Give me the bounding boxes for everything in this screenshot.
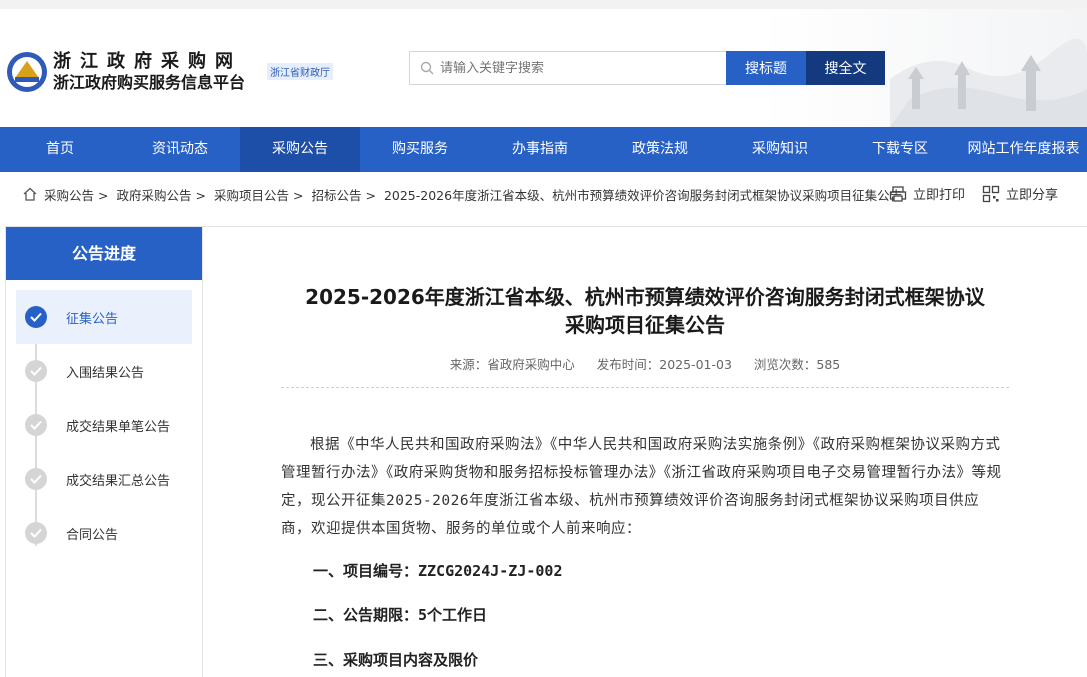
check-icon bbox=[25, 522, 47, 544]
progress-steps: 征集公告 入围结果公告 成交结果单笔公告 成交结果汇总公告 合同公告 bbox=[6, 280, 202, 560]
main-nav: 首页 资讯动态 采购公告 购买服务 办事指南 政策法规 采购知识 下载专区 网站… bbox=[0, 127, 1087, 172]
article-publish-time: 发布时间：2025-01-03 bbox=[596, 357, 732, 372]
section-project-number: 一、项目编号：ZZCG2024J-ZJ-002 bbox=[313, 562, 563, 580]
progress-step-solicitation[interactable]: 征集公告 bbox=[16, 290, 192, 344]
article-title: 2025-2026年度浙江省本级、杭州市预算绩效评价咨询服务封闭式框架协议 采购… bbox=[281, 283, 1009, 339]
breadcrumb-item-project-notices[interactable]: 采购项目公告 bbox=[214, 188, 289, 203]
article-title-line2: 采购项目征集公告 bbox=[565, 313, 725, 337]
share-button[interactable]: 立即分享 bbox=[982, 184, 1058, 203]
qr-code-icon bbox=[982, 185, 1000, 202]
search-fulltext-button[interactable]: 搜全文 bbox=[806, 51, 885, 85]
breadcrumb-item-procurement-notices[interactable]: 采购公告 bbox=[44, 188, 94, 203]
print-button[interactable]: 立即打印 bbox=[889, 184, 965, 203]
nav-item-policies[interactable]: 政策法规 bbox=[600, 127, 720, 172]
print-label: 立即打印 bbox=[913, 188, 966, 203]
search-icon bbox=[420, 61, 434, 75]
progress-step-shortlist-result[interactable]: 入围结果公告 bbox=[16, 344, 192, 398]
site-logo-icon[interactable] bbox=[6, 51, 48, 93]
top-utility-bar bbox=[0, 0, 1087, 9]
nav-item-annual-report[interactable]: 网站工作年度报表 bbox=[960, 127, 1087, 172]
breadcrumb-item-current: 2025-2026年度浙江省本级、杭州市预算绩效评价咨询服务封闭式框架协议采购项… bbox=[383, 187, 903, 203]
progress-step-contract[interactable]: 合同公告 bbox=[16, 506, 192, 560]
breadcrumb-item-tender-notices[interactable]: 招标公告 bbox=[311, 188, 361, 203]
article-intro: 根据《中华人民共和国政府采购法》《中华人民共和国政府采购法实施条例》《政府采购框… bbox=[281, 437, 1002, 537]
header-decoration-pagoda-landscape bbox=[890, 38, 1087, 127]
meta-divider bbox=[281, 387, 1009, 388]
progress-step-label: 合同公告 bbox=[66, 527, 119, 543]
sidebar-title: 公告进度 bbox=[6, 227, 202, 280]
check-icon bbox=[25, 306, 47, 328]
progress-step-label: 成交结果汇总公告 bbox=[66, 473, 171, 489]
nav-item-news[interactable]: 资讯动态 bbox=[120, 127, 240, 172]
check-icon bbox=[25, 414, 47, 436]
check-icon bbox=[25, 360, 47, 382]
home-icon[interactable] bbox=[22, 186, 38, 202]
nav-item-purchase-services[interactable]: 购买服务 bbox=[360, 127, 480, 172]
check-icon bbox=[25, 468, 47, 490]
article-source: 来源：省政府采购中心 bbox=[449, 357, 575, 372]
article-views: 浏览次数：585 bbox=[753, 357, 841, 372]
nav-item-downloads[interactable]: 下载专区 bbox=[840, 127, 960, 172]
search-title-button[interactable]: 搜标题 bbox=[726, 51, 806, 85]
section-notice-period: 二、公告期限：5个工作日 bbox=[313, 606, 488, 624]
nav-item-procurement-notices[interactable]: 采购公告 bbox=[240, 127, 360, 172]
nav-item-knowledge[interactable]: 采购知识 bbox=[720, 127, 840, 172]
site-header: 浙江政府采购网 浙江政府购买服务信息平台 浙江省财政厅 搜标题 搜全文 bbox=[0, 9, 1087, 127]
progress-step-label: 征集公告 bbox=[66, 311, 119, 327]
nav-item-home[interactable]: 首页 bbox=[0, 127, 120, 172]
breadcrumb-item-government-procurement[interactable]: 政府采购公告 bbox=[116, 188, 191, 203]
progress-step-label: 入围结果公告 bbox=[66, 365, 145, 381]
nav-item-guide[interactable]: 办事指南 bbox=[480, 127, 600, 172]
article-title-line1: 2025-2026年度浙江省本级、杭州市预算绩效评价咨询服务封闭式框架协议 bbox=[305, 285, 985, 309]
department-badge: 浙江省财政厅 bbox=[267, 63, 333, 80]
notice-progress-sidebar: 公告进度 征集公告 入围结果公告 成交结果单笔公告 成交结果汇总公告 合同公告 bbox=[5, 226, 203, 677]
search-input[interactable] bbox=[440, 60, 720, 76]
section-project-content: 三、采购项目内容及限价 bbox=[313, 651, 479, 669]
progress-step-single-deal-result[interactable]: 成交结果单笔公告 bbox=[16, 398, 192, 452]
progress-step-summary-deal-result[interactable]: 成交结果汇总公告 bbox=[16, 452, 192, 506]
article-meta: 来源：省政府采购中心 发布时间：2025-01-03 浏览次数：585 bbox=[281, 354, 1009, 373]
search-box bbox=[409, 51, 727, 85]
printer-icon bbox=[889, 185, 907, 202]
share-label: 立即分享 bbox=[1006, 188, 1059, 203]
site-subtitle[interactable]: 浙江政府购买服务信息平台 bbox=[53, 69, 245, 93]
progress-step-label: 成交结果单笔公告 bbox=[66, 419, 171, 435]
article-panel: 2025-2026年度浙江省本级、杭州市预算绩效评价咨询服务封闭式框架协议 采购… bbox=[203, 226, 1087, 677]
